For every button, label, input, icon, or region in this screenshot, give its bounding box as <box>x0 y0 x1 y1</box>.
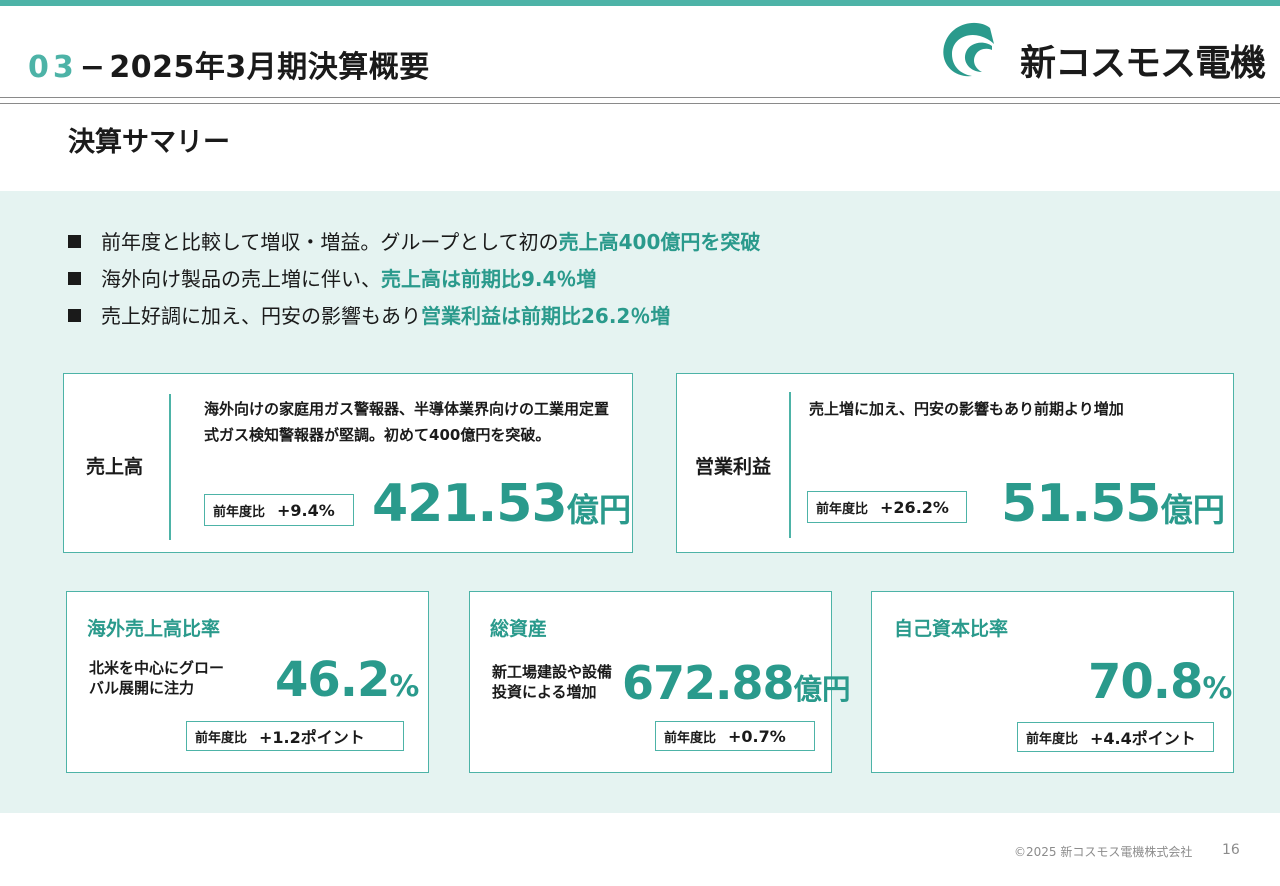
equity-ratio-value: 70.8% <box>1088 654 1232 710</box>
sales-label: 売上高 <box>86 456 144 478</box>
footer-copyright: ©2025 新コスモス電機株式会社 <box>1014 845 1193 859</box>
overseas-ratio-description: 北米を中心にグローバル展開に注力 <box>89 659 225 697</box>
operating-profit-yoy-value: +26.2% <box>880 497 949 517</box>
total-assets-card: 総資産 新工場建設や設備投資による増加 672.88億円 前年度比 +0.7% <box>469 591 851 773</box>
bullet-square-icon <box>68 272 81 285</box>
yoy-label: 前年度比 <box>816 501 869 517</box>
page-number: 16 <box>1222 842 1240 858</box>
company-logo: 新コスモス電機 <box>940 20 1266 84</box>
sales-value-unit: 億円 <box>566 491 632 529</box>
operating-profit-value: 51.55億円 <box>1001 474 1225 534</box>
total-assets-yoy-value: +0.7% <box>728 726 786 746</box>
equity-ratio-title: 自己資本比率 <box>894 618 1009 640</box>
yoy-label: 前年度比 <box>664 730 717 746</box>
equity-ratio-value-number: 70.8 <box>1088 654 1203 710</box>
overseas-ratio-card: 海外売上高比率 北米を中心にグローバル展開に注力 46.2% 前年度比 +1.2ポ… <box>66 591 429 773</box>
title-separator: − <box>79 50 106 85</box>
operating-profit-value-unit: 億円 <box>1160 491 1225 529</box>
bullet-text: 前年度と比較して増収・増益。グループとして初の <box>101 230 559 254</box>
yoy-label: 前年度比 <box>1026 731 1079 747</box>
bullet-square-icon <box>68 235 81 248</box>
page-title-text: 2025年3月期決算概要 <box>109 50 430 85</box>
operating-profit-value-number: 51.55 <box>1001 474 1161 534</box>
logo-mark-icon <box>943 22 994 77</box>
page-title: 03− 2025年3月期決算概要 <box>28 42 430 86</box>
overseas-ratio-yoy-value: +1.2ポイント <box>259 728 365 747</box>
bullet-text: 売上好調に加え、円安の影響もあり <box>101 304 421 328</box>
sales-card: 売上高 海外向けの家庭用ガス警報器、半導体業界向けの工業用定置式ガス検知警報器が… <box>63 373 633 553</box>
section-number: 03 <box>28 50 78 85</box>
total-assets-value: 672.88億円 <box>622 656 851 710</box>
sales-yoy-box: 前年度比 +9.4% <box>204 494 354 526</box>
total-assets-value-unit: 億円 <box>793 673 851 706</box>
total-assets-yoy-box: 前年度比 +0.7% <box>655 721 815 751</box>
top-accent-bar <box>0 0 1280 6</box>
bullet-text: 海外向け製品の売上増に伴い、 <box>101 267 381 291</box>
yoy-label: 前年度比 <box>213 504 266 520</box>
overseas-ratio-yoy-box: 前年度比 +1.2ポイント <box>186 721 404 751</box>
equity-ratio-yoy-value: +4.4ポイント <box>1090 729 1196 748</box>
bullet-highlight: 営業利益は前期比26.2％増 <box>421 304 671 328</box>
logo-company-name: 新コスモス電機 <box>1020 43 1266 84</box>
overseas-ratio-value-unit: % <box>389 669 420 704</box>
bullet-item: 海外向け製品の売上増に伴い、売上高は前期比9.4％増 <box>68 265 760 302</box>
yoy-label: 前年度比 <box>195 730 248 746</box>
overseas-ratio-title: 海外売上高比率 <box>87 618 221 640</box>
bullet-highlight: 売上高400億円を突破 <box>558 230 761 254</box>
overseas-ratio-value: 46.2% <box>275 652 419 708</box>
card-divider <box>789 392 791 538</box>
sales-value: 421.53億円 <box>372 474 631 534</box>
bullet-item: 前年度と比較して増収・増益。グループとして初の売上高400億円を突破 <box>68 228 760 265</box>
operating-profit-card: 営業利益 売上増に加え、円安の影響もあり前期より増加 前年度比 +26.2% 51… <box>676 373 1234 553</box>
total-assets-title: 総資産 <box>490 618 548 640</box>
sales-description: 海外向けの家庭用ガス警報器、半導体業界向けの工業用定置式ガス検知警報器が堅調。初… <box>204 400 610 444</box>
operating-profit-description: 売上増に加え、円安の影響もあり前期より増加 <box>809 400 1124 418</box>
bullet-square-icon <box>68 309 81 322</box>
section-title: 決算サマリー <box>68 127 230 158</box>
card-divider <box>169 394 171 540</box>
bullet-item: 売上好調に加え、円安の影響もあり営業利益は前期比26.2％増 <box>68 302 760 339</box>
sales-yoy-value: +9.4% <box>277 500 335 520</box>
bullet-list: 前年度と比較して増収・増益。グループとして初の売上高400億円を突破 海外向け製… <box>68 228 760 339</box>
bullet-highlight: 売上高は前期比9.4％増 <box>381 267 597 291</box>
equity-ratio-value-unit: % <box>1202 671 1233 706</box>
header-divider <box>0 97 1280 104</box>
total-assets-value-number: 672.88 <box>622 656 795 710</box>
operating-profit-yoy-box: 前年度比 +26.2% <box>807 491 967 523</box>
overseas-ratio-value-number: 46.2 <box>275 652 390 708</box>
total-assets-description: 新工場建設や設備投資による増加 <box>492 663 613 701</box>
equity-ratio-card: 自己資本比率 70.8% 前年度比 +4.4ポイント <box>871 591 1234 773</box>
sales-value-number: 421.53 <box>372 474 568 534</box>
equity-ratio-yoy-box: 前年度比 +4.4ポイント <box>1017 722 1214 752</box>
operating-profit-label: 営業利益 <box>695 456 772 478</box>
